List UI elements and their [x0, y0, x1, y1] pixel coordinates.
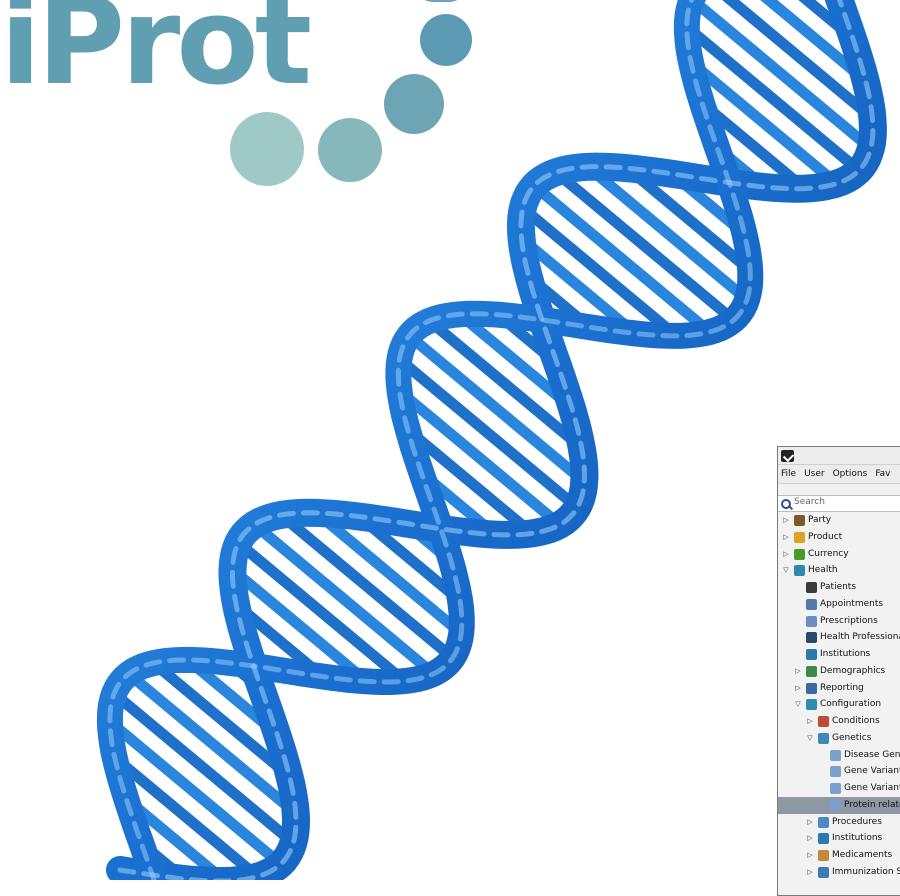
health-icon	[794, 565, 805, 577]
tree-row-label: Protein related disorders	[844, 799, 900, 810]
tree-row[interactable]: Disease Genes	[778, 747, 900, 764]
appointments-icon	[806, 598, 817, 610]
collapsed-arrow-icon[interactable]: ▷	[794, 663, 802, 680]
tree-row[interactable]: ▷ Immunization Schedules	[778, 864, 900, 881]
tree-row[interactable]: ▷ Institutions	[778, 830, 900, 847]
tree-row[interactable]: Health Professionals	[778, 629, 900, 646]
expanded-arrow-icon[interactable]: ▽	[794, 696, 802, 713]
tree-row-label: Demographics	[820, 665, 886, 676]
party-icon	[794, 515, 805, 526]
menu-bar: File User Options Fav	[778, 465, 900, 484]
document-icon	[830, 749, 841, 761]
menu-options[interactable]: Options	[833, 465, 868, 483]
tree-row-label: Currency	[808, 548, 849, 559]
search-bar	[778, 495, 900, 512]
tree-row[interactable]: ▷ Demographics	[778, 663, 900, 680]
tree-row-label: Health Professionals	[820, 632, 900, 643]
institutions-icon	[818, 833, 829, 845]
tree-row-label: Reporting	[820, 682, 864, 693]
tree-row[interactable]: ▷ Currency	[778, 546, 900, 563]
dna-rung	[550, 166, 740, 326]
tree-row-label: Medicaments	[832, 850, 893, 860]
conditions-icon	[818, 716, 829, 727]
procedures-icon	[818, 816, 829, 828]
collapsed-arrow-icon[interactable]: ▷	[782, 512, 790, 529]
collapsed-arrow-icon[interactable]: ▷	[794, 680, 802, 697]
tree-row[interactable]: Institutions	[778, 646, 900, 663]
collapsed-arrow-icon[interactable]: ▷	[782, 546, 790, 563]
dna-rung	[248, 519, 439, 680]
tree-row-label: Genetics	[832, 732, 872, 743]
tree-row[interactable]: ▽ Genetics	[778, 730, 900, 747]
collapsed-arrow-icon[interactable]: ▷	[782, 529, 790, 546]
title-bar	[778, 447, 900, 465]
search-icon	[781, 499, 791, 509]
menu-favorites[interactable]: Fav	[875, 465, 890, 483]
collapsed-arrow-icon[interactable]: ▷	[806, 864, 814, 881]
tree-row-label: Prescriptions	[820, 615, 878, 626]
collapsed-arrow-icon[interactable]: ▷	[806, 830, 814, 847]
product-icon	[794, 531, 805, 543]
tree-row[interactable]: ▷ Reporting	[778, 680, 900, 697]
tree-row[interactable]: Prescriptions	[778, 613, 900, 630]
collapsed-arrow-icon[interactable]: ▷	[806, 814, 814, 831]
institutions-icon	[806, 649, 817, 660]
tree-row-label: Product	[808, 531, 843, 542]
tree-row[interactable]: Protein related disorders	[778, 796, 900, 814]
currency-icon	[794, 548, 805, 560]
tree-row[interactable]: ▷ Medicaments	[778, 847, 900, 864]
tree-row[interactable]: Gene Variants	[778, 763, 900, 780]
document-icon	[830, 783, 841, 794]
menu-file[interactable]: File	[781, 465, 796, 483]
tree-row-label: Health	[808, 565, 838, 576]
tree-row-label: Institutions	[820, 649, 871, 659]
tree-row-label: Gene Variant Phenotypes	[844, 783, 900, 793]
configuration-icon	[806, 699, 817, 711]
app-window: File User Options Fav ▷ Party ▷ Product ▷ Curren…	[777, 446, 900, 896]
document-icon	[830, 799, 841, 811]
expanded-arrow-icon[interactable]: ▽	[782, 562, 790, 579]
collapsed-arrow-icon[interactable]: ▷	[806, 847, 814, 864]
genetics-icon	[818, 732, 829, 744]
tree-row[interactable]: Patients	[778, 579, 900, 596]
collapsed-arrow-icon[interactable]: ▷	[806, 713, 814, 730]
demographics-icon	[806, 665, 817, 677]
tree-row[interactable]: ▽ Configuration	[778, 696, 900, 713]
tree-row-label: Institutions	[832, 833, 883, 844]
patients-icon	[806, 582, 817, 593]
menu-user[interactable]: User	[804, 465, 825, 483]
tree-row-label: Patients	[820, 582, 857, 592]
tree-row[interactable]: ▷ Procedures	[778, 814, 900, 831]
tree-row-label: Configuration	[820, 699, 882, 710]
immunization-icon	[818, 866, 829, 878]
dna-helix-illustration	[96, 0, 887, 880]
tree-row[interactable]: ▽ Health	[778, 562, 900, 579]
health-professionals-icon	[806, 632, 817, 644]
tree-row[interactable]: ▷ Conditions	[778, 713, 900, 730]
tree-row[interactable]: ▷ Party	[778, 512, 900, 529]
document-icon	[830, 766, 841, 778]
medicaments-icon	[818, 850, 829, 861]
tree-row[interactable]: Appointments	[778, 596, 900, 613]
tree-row-label: Procedures	[832, 816, 882, 827]
prescriptions-icon	[806, 615, 817, 627]
tree-row-label: Appointments	[820, 598, 884, 609]
tree-row[interactable]: ▷ Product	[778, 529, 900, 546]
app-icon	[781, 450, 794, 462]
reporting-icon	[806, 682, 817, 694]
search-input[interactable]	[794, 497, 900, 507]
menu-tree: ▷ Party ▷ Product ▷ Currency ▽ Health Patients Ap…	[778, 512, 900, 881]
tree-row-label: Disease Genes	[844, 749, 900, 760]
tree-row-label: Party	[808, 515, 832, 525]
tree-row-label: Conditions	[832, 716, 880, 726]
tree-row-label: Gene Variants	[844, 766, 900, 777]
expanded-arrow-icon[interactable]: ▽	[806, 730, 814, 747]
tree-row-label: Immunization Schedules	[832, 866, 900, 877]
tree-row[interactable]: Gene Variant Phenotypes	[778, 780, 900, 797]
